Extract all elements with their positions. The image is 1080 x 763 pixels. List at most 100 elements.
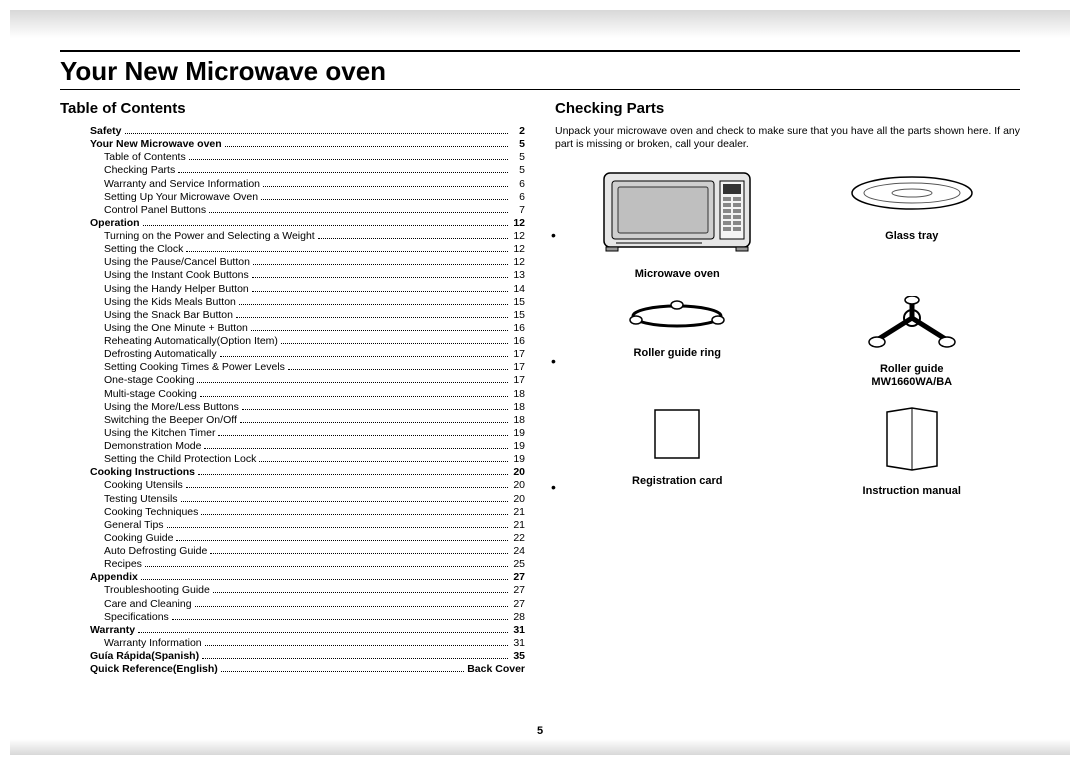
toc-leader-dots bbox=[181, 501, 508, 502]
toc-page: 15 bbox=[511, 296, 525, 309]
toc-label: Setting the Clock bbox=[104, 243, 183, 256]
toc-label: Guía Rápida(Spanish) bbox=[90, 650, 199, 663]
toc-page: 12 bbox=[511, 256, 525, 269]
toc-leader-dots bbox=[259, 461, 508, 462]
glass-tray-icon bbox=[847, 167, 977, 224]
manual-page: Your New Microwave oven Table of Content… bbox=[0, 0, 1080, 763]
toc-leader-dots bbox=[221, 671, 464, 672]
toc-leader-dots bbox=[252, 291, 508, 292]
part-label: Registration card bbox=[632, 475, 722, 489]
toc-page: 18 bbox=[511, 414, 525, 427]
toc-sub-entry: Cooking Utensils20 bbox=[90, 479, 525, 492]
toc-leader-dots bbox=[141, 579, 508, 580]
toc-label: Demonstration Mode bbox=[104, 440, 201, 453]
toc-sub-entry: Recipes25 bbox=[90, 558, 525, 571]
checking-parts-heading: Checking Parts bbox=[555, 100, 1020, 117]
toc-entry: Your New Microwave oven5 bbox=[90, 138, 525, 151]
part-microwave-oven: Microwave oven bbox=[602, 167, 752, 282]
part-label: Glass tray bbox=[885, 230, 938, 244]
toc-label: Reheating Automatically(Option Item) bbox=[104, 335, 278, 348]
toc-page: 31 bbox=[511, 624, 525, 637]
toc-leader-dots bbox=[213, 592, 508, 593]
toc-page: 6 bbox=[511, 191, 525, 204]
toc-page: 17 bbox=[511, 348, 525, 361]
toc-sub-entry: Multi-stage Cooking18 bbox=[90, 388, 525, 401]
toc-label: Table of Contents bbox=[104, 151, 186, 164]
toc-entry: Guía Rápida(Spanish)35 bbox=[90, 650, 525, 663]
roller-ring-icon bbox=[622, 296, 732, 341]
toc-leader-dots bbox=[209, 212, 508, 213]
microwave-icon bbox=[602, 167, 752, 262]
toc-page: 19 bbox=[511, 453, 525, 466]
columns: Table of Contents Safety2Your New Microw… bbox=[60, 100, 1020, 676]
toc-leader-dots bbox=[202, 658, 508, 659]
toc-label: Specifications bbox=[104, 611, 169, 624]
toc-sub-entry: Testing Utensils20 bbox=[90, 493, 525, 506]
toc-label: Control Panel Buttons bbox=[104, 204, 206, 217]
toc-page: 31 bbox=[511, 637, 525, 650]
roller-guide-icon bbox=[857, 296, 967, 357]
toc-sub-entry: Defrosting Automatically 17 bbox=[90, 348, 525, 361]
toc-page: 5 bbox=[511, 151, 525, 164]
toc-sub-entry: Using the Pause/Cancel Button 12 bbox=[90, 256, 525, 269]
toc-sub-entry: Warranty and Service Information 6 bbox=[90, 178, 525, 191]
toc-label: Using the Snack Bar Button bbox=[104, 309, 233, 322]
toc-page: 18 bbox=[511, 401, 525, 414]
toc-page: 12 bbox=[511, 230, 525, 243]
toc-sub-entry: Setting the Clock 12 bbox=[90, 243, 525, 256]
part-instruction-manual: Instruction manual bbox=[863, 404, 961, 499]
toc-label: Defrosting Automatically bbox=[104, 348, 217, 361]
toc-leader-dots bbox=[178, 172, 508, 173]
toc-page: 15 bbox=[511, 309, 525, 322]
toc-page: 12 bbox=[511, 243, 525, 256]
parts-grid: Microwave oven Glass tray bbox=[569, 167, 1020, 498]
toc-leader-dots bbox=[143, 225, 508, 226]
parts-wrap: • • • bbox=[555, 167, 1020, 498]
toc-label: Operation bbox=[90, 217, 140, 230]
toc-sub-entry: Turning on the Power and Selecting a Wei… bbox=[90, 230, 525, 243]
toc-leader-dots bbox=[253, 264, 508, 265]
toc-label: Cooking Instructions bbox=[90, 466, 195, 479]
page-number: 5 bbox=[0, 725, 1080, 737]
toc-sub-entry: Checking Parts5 bbox=[90, 164, 525, 177]
toc-sub-entry: Using the Handy Helper Button14 bbox=[90, 283, 525, 296]
part-label: Instruction manual bbox=[863, 485, 961, 499]
toc-label: Safety bbox=[90, 125, 122, 138]
toc-sub-entry: Using the Instant Cook Buttons13 bbox=[90, 269, 525, 282]
toc-label: Cooking Utensils bbox=[104, 479, 183, 492]
toc-entry: Quick Reference(English)Back Cover bbox=[90, 663, 525, 676]
toc-label: Turning on the Power and Selecting a Wei… bbox=[104, 230, 315, 243]
toc-entry: Cooking Instructions20 bbox=[90, 466, 525, 479]
toc-leader-dots bbox=[288, 369, 508, 370]
toc-sub-entry: Using the Kids Meals Button15 bbox=[90, 296, 525, 309]
toc-label: Setting the Child Protection Lock bbox=[104, 453, 256, 466]
toc-label: Warranty and Service Information bbox=[104, 178, 260, 191]
toc-label: Using the Pause/Cancel Button bbox=[104, 256, 250, 269]
toc-leader-dots bbox=[145, 566, 508, 567]
toc-sub-entry: Setting Cooking Times & Power Levels17 bbox=[90, 361, 525, 374]
toc-page: 5 bbox=[511, 138, 525, 151]
toc-label: One-stage Cooking bbox=[104, 374, 194, 387]
toc-label: Warranty bbox=[90, 624, 135, 637]
toc-entry: Operation12 bbox=[90, 217, 525, 230]
part-glass-tray: Glass tray bbox=[847, 167, 977, 282]
toc-page: 6 bbox=[511, 178, 525, 191]
toc-page: 25 bbox=[511, 558, 525, 571]
toc-sub-entry: Reheating Automatically(Option Item) 16 bbox=[90, 335, 525, 348]
toc-page: 27 bbox=[511, 598, 525, 611]
toc-label: General Tips bbox=[104, 519, 164, 532]
toc-label: Troubleshooting Guide bbox=[104, 584, 210, 597]
toc-page: 16 bbox=[511, 335, 525, 348]
toc-leader-dots bbox=[197, 382, 508, 383]
toc-leader-dots bbox=[198, 474, 508, 475]
toc-entry: Appendix27 bbox=[90, 571, 525, 584]
toc-leader-dots bbox=[239, 304, 508, 305]
toc-leader-dots bbox=[200, 396, 508, 397]
toc-leader-dots bbox=[225, 146, 508, 147]
bottom-shadow bbox=[10, 739, 1070, 755]
toc-sub-entry: Using the More/Less Buttons18 bbox=[90, 401, 525, 414]
toc-page: 28 bbox=[511, 611, 525, 624]
toc-page: 13 bbox=[511, 269, 525, 282]
toc-label: Using the Handy Helper Button bbox=[104, 283, 249, 296]
toc-leader-dots bbox=[220, 356, 508, 357]
